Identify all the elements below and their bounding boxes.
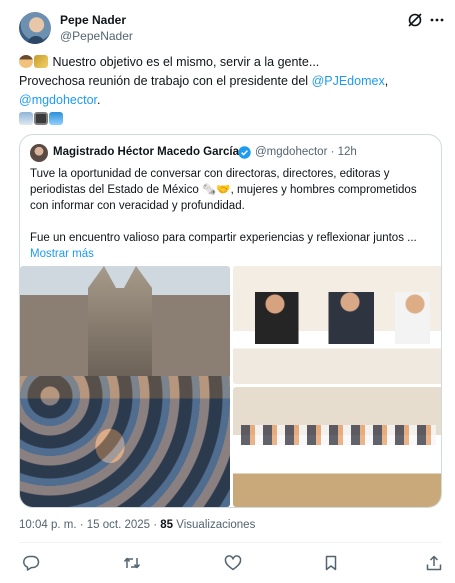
retweet-icon[interactable] xyxy=(123,555,141,571)
views-label: Visualizaciones xyxy=(173,519,256,531)
newspaper-emoji-icon xyxy=(19,112,33,125)
tweet-line-1: Nuestro objetivo es el mismo, servir a l… xyxy=(19,53,439,72)
scales-emoji-icon xyxy=(34,55,48,68)
tweet-line-2-end: , xyxy=(384,74,389,88)
tweet-line-3-end: . xyxy=(97,93,101,107)
timestamp[interactable]: 10:04 p. m. · 15 oct. 2025 · xyxy=(19,519,160,531)
computer-emoji-icon xyxy=(49,112,63,125)
views-count: 85 xyxy=(160,519,174,531)
like-icon[interactable] xyxy=(224,555,242,571)
reply-icon[interactable] xyxy=(22,555,40,571)
quoted-tweet[interactable]: Magistrado Héctor Macedo García @mgdohec… xyxy=(19,134,442,508)
mention-mgdohector[interactable]: @mgdohector xyxy=(19,93,97,107)
author-handle[interactable]: @PepeNader xyxy=(60,29,133,43)
author-name[interactable]: Pepe Nader xyxy=(60,13,126,27)
bookmark-icon[interactable] xyxy=(322,555,340,571)
quoted-line: Fue un encuentro valioso para compartir … xyxy=(30,232,417,244)
quoted-handle-time: @mgdohector · 12h xyxy=(255,146,357,158)
tweet-text: Nuestro objetivo es el mismo, servir a l… xyxy=(19,53,439,129)
quoted-avatar[interactable] xyxy=(30,144,48,162)
photo-group-selfie[interactable] xyxy=(20,266,230,507)
divider xyxy=(19,542,442,543)
tweet-line-2-text: Provechosa reunión de trabajo con el pre… xyxy=(19,74,312,88)
quoted-text: Tuve la oportunidad de conversar con dir… xyxy=(30,166,435,262)
camera-emoji-icon xyxy=(34,112,48,125)
share-icon[interactable] xyxy=(425,555,443,571)
tweet-line-3: @mgdohector. xyxy=(19,91,439,110)
more-icon[interactable] xyxy=(429,12,445,28)
tweet-card: Pepe Nader @PepeNader Nuestro objetivo e… xyxy=(0,0,455,583)
tweet-line-4 xyxy=(19,110,439,129)
photo-meeting-table[interactable] xyxy=(233,266,441,384)
quoted-line: Tuve la oportunidad de conversar con dir… xyxy=(30,168,390,180)
quoted-line: periodistas del Estado de México 🗞️🤝, mu… xyxy=(30,184,417,196)
tweet-meta: 10:04 p. m. · 15 oct. 2025 · 85 Visualiz… xyxy=(19,519,255,531)
mention-pjedomex[interactable]: @PJEdomex xyxy=(312,74,385,88)
avatar[interactable] xyxy=(19,12,51,44)
grok-icon[interactable] xyxy=(407,12,423,28)
judge-emoji-icon xyxy=(19,55,33,68)
photo-meeting-room[interactable] xyxy=(233,387,441,507)
tweet-line-2: Provechosa reunión de trabajo con el pre… xyxy=(19,72,439,91)
verified-badge-icon xyxy=(238,146,251,159)
quoted-line: con informar con veracidad y profundidad… xyxy=(30,200,245,212)
media-grid xyxy=(20,266,441,507)
quoted-author-name[interactable]: Magistrado Héctor Macedo García xyxy=(53,146,239,158)
show-more-link[interactable]: Mostrar más xyxy=(30,246,435,262)
quoted-handle[interactable]: @mgdohector xyxy=(255,146,327,158)
tweet-line-1-text: Nuestro objetivo es el mismo, servir a l… xyxy=(52,55,320,69)
quoted-time: · 12h xyxy=(330,146,357,158)
